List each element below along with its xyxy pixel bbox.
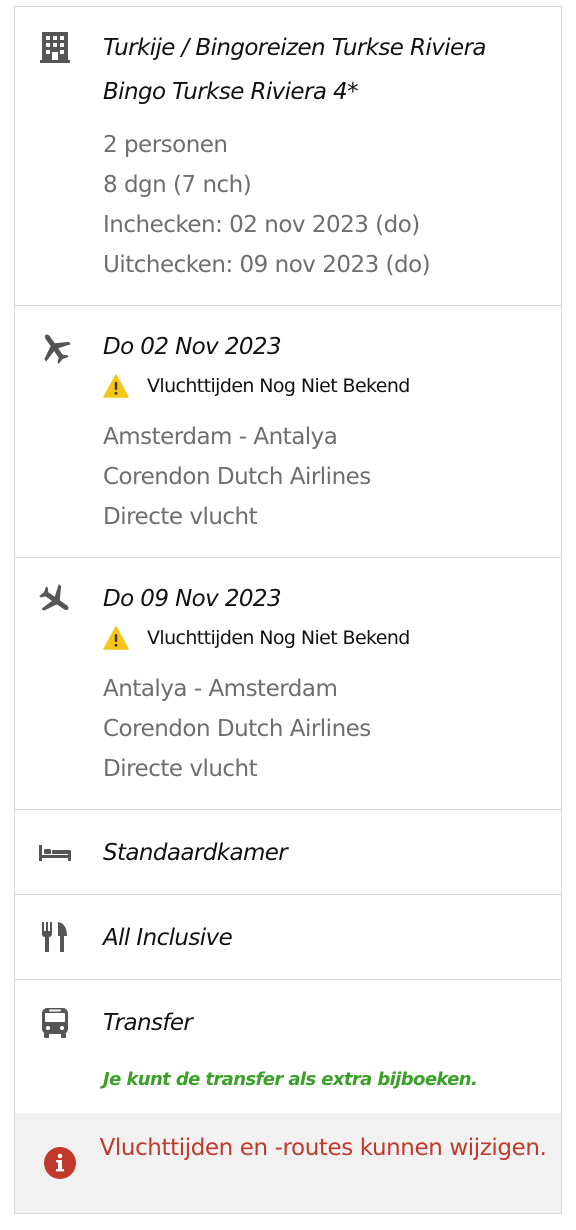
fork-knife-icon [37,919,73,955]
warning-text: Vluchttijden Nog Niet Bekend [147,375,410,397]
notice-text: Vluchttijden en -routes kunnen wijzigen. [99,1135,547,1161]
return-flight-route: Antalya - Amsterdam [103,676,338,702]
bus-icon [37,1005,73,1041]
room-section: Standaardkamer [15,810,561,895]
board-type: All Inclusive [103,925,233,951]
outbound-flight-airline: Corendon Dutch Airlines [103,464,371,490]
plane-departure-icon [37,330,73,366]
stay-duration: 8 dgn (7 nch) [103,172,252,198]
building-icon [37,29,73,65]
warning-icon [103,626,129,650]
return-flight-warning: Vluchttijden Nog Niet Bekend [103,625,410,651]
transfer-extra-link[interactable]: Je kunt de transfer als extra bijboeken. [103,1069,478,1090]
transfer-label: Transfer [103,1010,193,1036]
flight-change-notice: Vluchttijden en -routes kunnen wijzigen. [15,1113,561,1213]
accommodation-section: Turkije / Bingoreizen Turkse Riviera Bin… [15,7,561,306]
warning-icon [103,374,129,398]
outbound-flight-section: Do 02 Nov 2023 Vluchttijden Nog Niet Bek… [15,306,561,558]
checkout-date: Uitchecken: 09 nov 2023 (do) [103,252,431,278]
outbound-flight-date: Do 02 Nov 2023 [103,334,282,360]
checkin-date: Inchecken: 02 nov 2023 (do) [103,212,420,238]
transfer-section: Transfer Je kunt de transfer als extra b… [15,980,561,1113]
booking-summary-card: Turkije / Bingoreizen Turkse Riviera Bin… [14,6,562,1214]
warning-text: Vluchttijden Nog Niet Bekend [147,627,410,649]
info-icon [43,1146,77,1180]
return-flight-date: Do 09 Nov 2023 [103,586,282,612]
outbound-flight-warning: Vluchttijden Nog Niet Bekend [103,373,410,399]
room-type: Standaardkamer [103,840,288,866]
outbound-flight-route: Amsterdam - Antalya [103,424,338,450]
return-flight-section: Do 09 Nov 2023 Vluchttijden Nog Niet Bek… [15,558,561,810]
outbound-flight-type: Directe vlucht [103,504,258,530]
board-section: All Inclusive [15,895,561,980]
return-flight-airline: Corendon Dutch Airlines [103,716,371,742]
bed-icon [37,835,73,871]
persons-count: 2 personen [103,132,228,158]
return-flight-type: Directe vlucht [103,756,258,782]
plane-return-icon [37,582,73,618]
hotel-name: Bingo Turkse Riviera 4* [103,79,359,105]
destination-title: Turkije / Bingoreizen Turkse Riviera [103,35,487,61]
